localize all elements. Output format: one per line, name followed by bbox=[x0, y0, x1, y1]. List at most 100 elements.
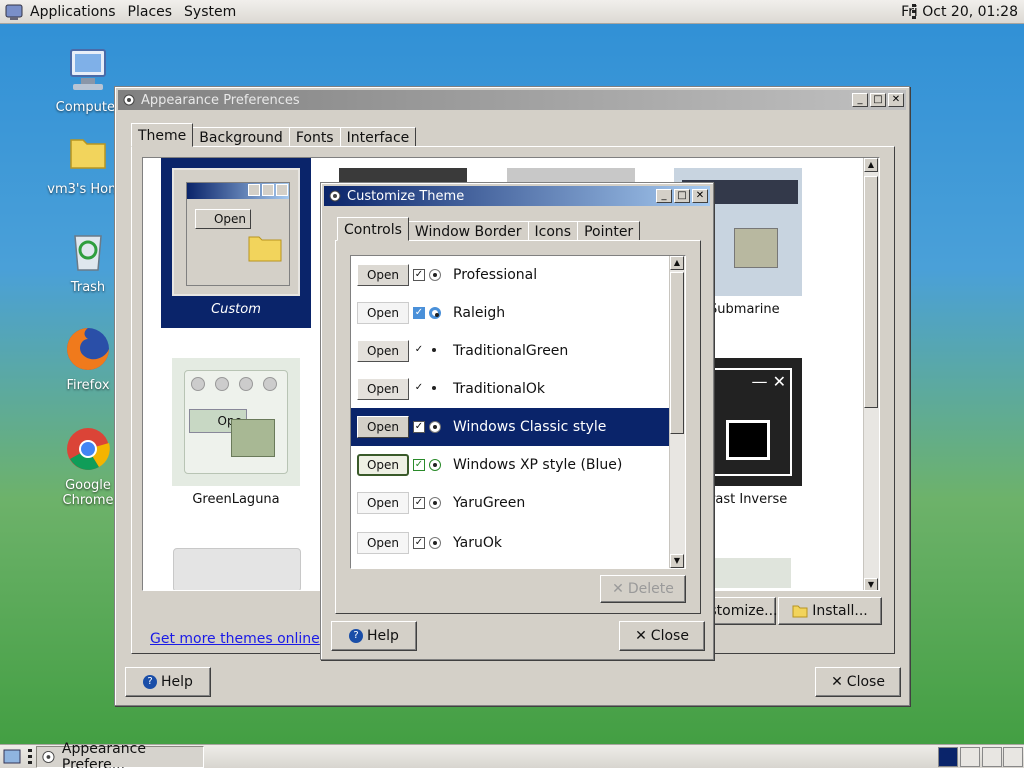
list-item[interactable]: Open ✓ Windows XP style (Blue) bbox=[351, 446, 669, 484]
delete-button[interactable]: ✕ Delete bbox=[600, 575, 686, 603]
scroll-down-arrow[interactable]: ▼ bbox=[864, 578, 878, 590]
tab-fonts[interactable]: Fonts bbox=[288, 127, 341, 147]
install-button-label: Install... bbox=[812, 603, 868, 619]
window-title: Appearance Preferences bbox=[141, 92, 300, 108]
chrome-icon bbox=[67, 428, 110, 470]
preview-checkbox: ✓ bbox=[413, 459, 425, 471]
control-theme-name: TraditionalOk bbox=[453, 381, 546, 397]
preview-radio bbox=[429, 497, 441, 509]
applications-menu-label: Applications bbox=[30, 3, 116, 20]
preview-checkbox: ✓ bbox=[413, 269, 425, 281]
delete-icon: ✕ bbox=[612, 581, 624, 597]
preview-checkbox: ✓ bbox=[413, 307, 425, 319]
preview-checkbox: ✓ bbox=[413, 421, 425, 433]
preferences-icon bbox=[329, 190, 341, 202]
places-menu[interactable]: Places bbox=[122, 0, 179, 24]
list-item[interactable]: Open ✓ Raleigh bbox=[351, 294, 669, 332]
preview-radio bbox=[429, 383, 441, 395]
taskbar-item-appearance[interactable]: Appearance Prefere... bbox=[36, 741, 204, 768]
preview-button-label: Open bbox=[366, 458, 400, 472]
list-item[interactable]: Open ✓ YaruOk bbox=[351, 524, 669, 562]
desktop-icon-label: Firefox bbox=[66, 378, 110, 393]
tab-icons[interactable]: Icons bbox=[527, 221, 579, 241]
preview-button-label: Open bbox=[366, 268, 400, 282]
maximize-button[interactable]: □ bbox=[870, 93, 886, 107]
scroll-up-arrow[interactable]: ▲ bbox=[670, 256, 684, 270]
preferences-icon bbox=[123, 94, 135, 106]
preview-radio bbox=[429, 537, 441, 549]
preview-button: Open bbox=[357, 378, 409, 400]
preview-radio bbox=[429, 269, 441, 281]
close-window-button[interactable]: ✕ bbox=[692, 189, 708, 203]
theme-tile-greenlaguna[interactable]: Ope GreenLaguna bbox=[161, 348, 311, 518]
folder-icon bbox=[70, 139, 106, 169]
help-button[interactable]: ? Help bbox=[331, 621, 417, 651]
controls-scrollbar[interactable]: ▲ ▼ bbox=[669, 256, 685, 568]
preview-checkbox: ✓ bbox=[413, 537, 425, 549]
clock[interactable]: Fri Oct 20, 01:28 bbox=[901, 0, 1018, 24]
folder-open-icon bbox=[792, 605, 808, 618]
close-button[interactable]: ✕ Close bbox=[619, 621, 705, 651]
close-icon: ✕ bbox=[635, 628, 647, 644]
list-item[interactable]: Open ✓ TraditionalOk bbox=[351, 370, 669, 408]
more-themes-link[interactable]: Get more themes online bbox=[150, 631, 320, 647]
control-theme-name: Professional bbox=[453, 267, 538, 283]
top-panel: Applications Places System Fri Oct 20, 0… bbox=[0, 0, 1024, 24]
preferences-icon bbox=[42, 750, 55, 764]
theme-tile-custom[interactable]: Open Custom bbox=[161, 158, 311, 328]
preview-radio bbox=[429, 459, 441, 471]
theme-name: Custom bbox=[211, 302, 261, 317]
preview-button-label: Open bbox=[366, 420, 400, 434]
tab-window-border[interactable]: Window Border bbox=[407, 221, 529, 241]
tab-theme[interactable]: Theme bbox=[131, 123, 194, 147]
workspace-4[interactable] bbox=[1003, 747, 1023, 767]
control-theme-name: Windows Classic style bbox=[453, 419, 607, 435]
help-button[interactable]: ? Help bbox=[125, 667, 211, 697]
theme-scrollbar[interactable]: ▲ ▼ bbox=[863, 158, 879, 590]
panel-separator-handle[interactable] bbox=[28, 749, 32, 765]
system-menu[interactable]: System bbox=[178, 0, 242, 24]
scroll-thumb[interactable] bbox=[670, 272, 684, 434]
close-button-label: Close bbox=[846, 674, 885, 690]
preview-radio bbox=[429, 421, 441, 433]
help-icon: ? bbox=[349, 629, 364, 643]
customize-theme-dialog: Customize Theme _ □ ✕ Controls Window Bo… bbox=[320, 182, 714, 660]
workspace-1[interactable] bbox=[938, 747, 958, 767]
workspace-2[interactable] bbox=[960, 747, 980, 767]
taskbar-item-label: Appearance Prefere... bbox=[61, 741, 146, 768]
preview-checkbox: ✓ bbox=[414, 344, 424, 355]
list-item[interactable]: Open ✓ TraditionalGreen bbox=[351, 332, 669, 370]
list-item[interactable]: Open ✓ Professional bbox=[351, 256, 669, 294]
close-button[interactable]: ✕ Close bbox=[815, 667, 901, 697]
dialog-title: Customize Theme bbox=[347, 188, 465, 204]
list-item-selected[interactable]: Open ✓ Windows Classic style bbox=[351, 408, 669, 446]
scroll-down-arrow[interactable]: ▼ bbox=[670, 554, 684, 568]
control-theme-name: Raleigh bbox=[453, 305, 506, 321]
workspace-3[interactable] bbox=[982, 747, 1002, 767]
appearance-titlebar[interactable]: Appearance Preferences _ □ ✕ bbox=[118, 90, 906, 110]
scroll-up-arrow[interactable]: ▲ bbox=[864, 158, 878, 172]
theme-preview: Open bbox=[172, 168, 300, 296]
tab-controls[interactable]: Controls bbox=[337, 217, 409, 241]
minimize-button[interactable]: _ bbox=[852, 93, 868, 107]
bottom-panel: Appearance Prefere... bbox=[0, 741, 1024, 768]
theme-preview-partial bbox=[173, 548, 301, 590]
maximize-button[interactable]: □ bbox=[674, 189, 690, 203]
preview-button: Open bbox=[357, 532, 409, 554]
control-theme-name: YaruGreen bbox=[453, 495, 526, 511]
control-theme-name: TraditionalGreen bbox=[453, 343, 569, 359]
theme-preview: Ope bbox=[172, 358, 300, 486]
close-window-button[interactable]: ✕ bbox=[888, 93, 904, 107]
tab-background[interactable]: Background bbox=[192, 127, 290, 147]
customize-titlebar[interactable]: Customize Theme _ □ ✕ bbox=[324, 186, 710, 206]
scroll-thumb[interactable] bbox=[864, 176, 878, 408]
tab-pointer[interactable]: Pointer bbox=[577, 221, 641, 241]
applications-menu[interactable]: Applications bbox=[0, 0, 122, 24]
controls-list[interactable]: Open ✓ Professional Open ✓ Raleigh Open ✓ T… bbox=[350, 255, 686, 569]
preview-button: Open bbox=[357, 454, 409, 476]
install-button[interactable]: Install... bbox=[778, 597, 882, 625]
show-desktop-icon[interactable] bbox=[2, 747, 22, 767]
list-item[interactable]: Open ✓ YaruGreen bbox=[351, 484, 669, 522]
minimize-button[interactable]: _ bbox=[656, 189, 672, 203]
tab-interface[interactable]: Interface bbox=[339, 127, 417, 147]
